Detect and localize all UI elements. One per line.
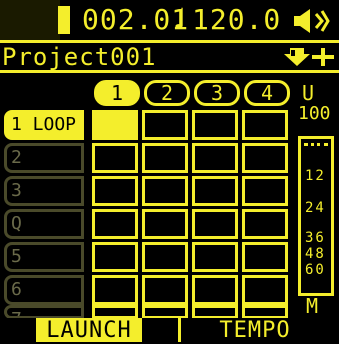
track-label-2[interactable]: 2 xyxy=(4,143,84,173)
launch-button[interactable]: LAUNCH xyxy=(36,318,142,343)
vu-tick: 24 xyxy=(305,200,326,216)
clip-cell[interactable] xyxy=(242,209,288,239)
clip-cell[interactable] xyxy=(242,242,288,272)
clip-cell[interactable] xyxy=(92,110,138,140)
clip-cell[interactable] xyxy=(92,275,138,305)
clip-cell[interactable] xyxy=(92,242,138,272)
status-left-block xyxy=(0,0,60,40)
track-label-6[interactable]: 6 xyxy=(4,275,84,305)
clip-cell[interactable] xyxy=(142,143,188,173)
tempo-button[interactable]: TEMPO xyxy=(200,318,310,343)
clip-cell[interactable] xyxy=(142,110,188,140)
vu-label: U xyxy=(302,81,315,105)
download-icon[interactable] xyxy=(282,46,336,68)
track-label-1[interactable]: 1 LOOP xyxy=(4,110,84,140)
track-label-4[interactable]: Q xyxy=(4,209,84,239)
clip-cell[interactable] xyxy=(242,110,288,140)
vu-value: 100 xyxy=(298,103,331,124)
status-bar: 002.01 ♩ 120.0 xyxy=(0,0,339,40)
clip-cell[interactable] xyxy=(142,275,188,305)
note-icon: ♩ xyxy=(170,2,189,37)
clip-cell[interactable] xyxy=(242,143,288,173)
clip-cell[interactable] xyxy=(192,209,238,239)
clip-cell[interactable] xyxy=(142,305,188,319)
clip-cell[interactable] xyxy=(242,275,288,305)
scene-tab-4[interactable]: 4 xyxy=(244,80,290,106)
vu-mode: M xyxy=(306,294,319,318)
vu-tick: 36 xyxy=(305,230,326,246)
scene-tab-3[interactable]: 3 xyxy=(194,80,240,106)
vu-tick: 48 xyxy=(305,246,326,262)
clip-cell[interactable] xyxy=(192,305,238,319)
clip-cell[interactable] xyxy=(142,209,188,239)
vu-tick: 12 xyxy=(305,168,326,184)
softkey-bar: LAUNCH TEMPO xyxy=(0,318,339,343)
vu-tick: 60 xyxy=(305,262,326,278)
track-label-3[interactable]: 3 xyxy=(4,176,84,206)
play-marker xyxy=(58,6,70,34)
clip-cell[interactable] xyxy=(242,305,288,319)
speaker-icon[interactable] xyxy=(292,8,332,34)
clip-cell[interactable] xyxy=(92,209,138,239)
track-label-5[interactable]: 5 xyxy=(4,242,84,272)
vu-peak-dots xyxy=(304,143,328,149)
scene-tab-2[interactable]: 2 xyxy=(144,80,190,106)
clip-cell[interactable] xyxy=(192,176,238,206)
softkey-divider xyxy=(178,318,181,342)
divider-title xyxy=(0,70,339,73)
clip-cell[interactable] xyxy=(192,275,238,305)
project-title: Project001 xyxy=(2,43,157,71)
clip-cell[interactable] xyxy=(92,143,138,173)
clip-cell[interactable] xyxy=(242,176,288,206)
clip-cell[interactable] xyxy=(192,242,238,272)
clip-cell[interactable] xyxy=(92,305,138,319)
vu-meter: 12 24 36 48 60 xyxy=(298,136,334,296)
clip-cell[interactable] xyxy=(192,110,238,140)
clip-cell[interactable] xyxy=(142,242,188,272)
clip-cell[interactable] xyxy=(192,143,238,173)
tempo-readout: 120.0 xyxy=(192,3,282,36)
track-label-7[interactable]: 7 xyxy=(4,305,84,319)
clip-cell[interactable] xyxy=(92,176,138,206)
scene-tab-1[interactable]: 1 xyxy=(94,80,140,106)
clip-cell[interactable] xyxy=(142,176,188,206)
